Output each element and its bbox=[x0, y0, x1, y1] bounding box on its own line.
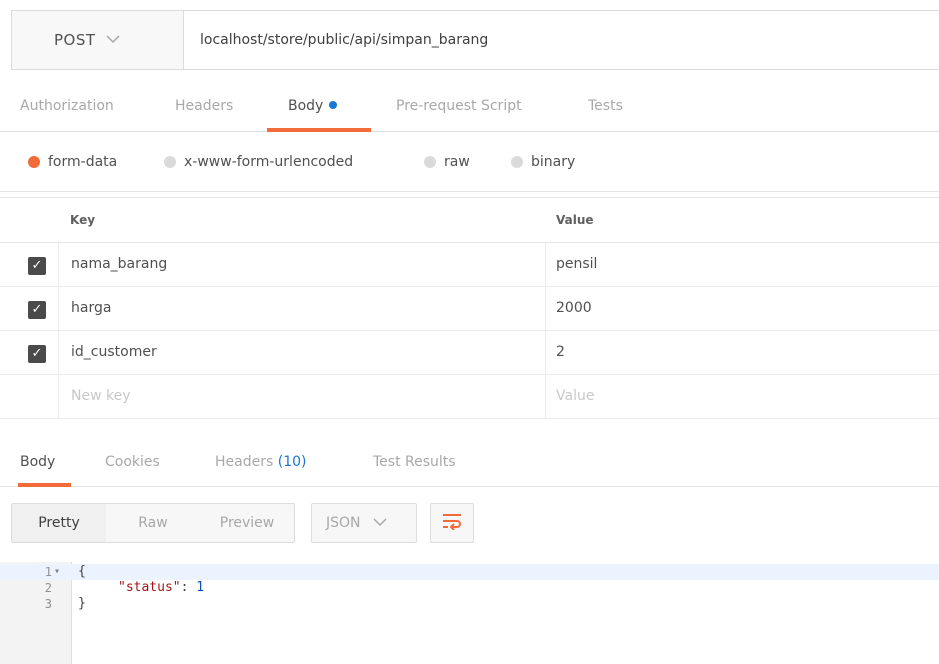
code-line: 1 ▾ { bbox=[0, 564, 939, 580]
wrap-lines-icon bbox=[441, 512, 463, 534]
row-checkbox[interactable]: ✓ bbox=[28, 257, 46, 275]
key-cell[interactable]: nama_barang bbox=[58, 243, 546, 286]
url-input[interactable]: localhost/store/public/api/simpan_barang bbox=[184, 11, 939, 69]
row-checkbox[interactable]: ✓ bbox=[28, 345, 46, 363]
tab-tests[interactable]: Tests bbox=[588, 84, 623, 131]
radio-x-www-form-urlencoded[interactable]: x-www-form-urlencoded bbox=[164, 152, 353, 172]
tab-headers[interactable]: Headers bbox=[175, 84, 233, 131]
radio-selected-icon bbox=[28, 156, 40, 168]
view-mode-group: Pretty Raw Preview bbox=[11, 503, 295, 543]
code-line: 3 } bbox=[44, 596, 86, 611]
response-tabs: Body Cookies Headers (10) Test Results bbox=[0, 440, 939, 487]
modified-dot-icon bbox=[329, 101, 338, 109]
new-row: New key Value bbox=[0, 375, 939, 419]
table-row: ✓ nama_barang pensil bbox=[0, 243, 939, 287]
chevron-down-icon bbox=[372, 516, 387, 530]
tab-body[interactable]: Body bbox=[267, 84, 371, 132]
request-tabs: Authorization Headers Body Pre-request S… bbox=[0, 84, 939, 132]
response-code-view[interactable]: 1 ▾ { 2 "status": 1 3 } bbox=[0, 562, 939, 664]
column-value: Value bbox=[556, 213, 594, 227]
radio-binary[interactable]: binary bbox=[511, 152, 575, 172]
table-row: ✓ id_customer 2 bbox=[0, 331, 939, 375]
radio-form-data[interactable]: form-data bbox=[28, 152, 117, 172]
radio-icon bbox=[424, 156, 436, 168]
params-table: Key Value ✓ nama_barang pensil ✓ harga 2… bbox=[0, 197, 939, 419]
code-line: 2 "status": 1 bbox=[44, 580, 205, 595]
key-cell[interactable]: id_customer bbox=[58, 331, 546, 374]
radio-raw[interactable]: raw bbox=[424, 152, 470, 172]
tab-cookies[interactable]: Cookies bbox=[105, 440, 160, 486]
column-key: Key bbox=[70, 213, 96, 227]
radio-icon bbox=[164, 156, 176, 168]
wrap-lines-button[interactable] bbox=[430, 503, 474, 543]
table-header: Key Value bbox=[0, 197, 939, 243]
tab-response-headers[interactable]: Headers (10) bbox=[215, 440, 306, 486]
value-cell[interactable]: 2 bbox=[556, 344, 565, 360]
new-key-input[interactable]: New key bbox=[58, 375, 546, 418]
url-text: localhost/store/public/api/simpan_barang bbox=[200, 32, 489, 48]
new-value-input[interactable]: Value bbox=[556, 388, 594, 404]
request-bar: POST localhost/store/public/api/simpan_b… bbox=[11, 10, 939, 70]
method-select[interactable]: POST bbox=[12, 11, 184, 69]
value-cell[interactable]: 2000 bbox=[556, 300, 592, 316]
tab-authorization[interactable]: Authorization bbox=[20, 84, 114, 131]
body-type-options: form-data x-www-form-urlencoded raw bina… bbox=[0, 132, 939, 192]
tab-pre-request-script[interactable]: Pre-request Script bbox=[396, 84, 522, 131]
fold-arrow-icon[interactable]: ▾ bbox=[54, 564, 60, 580]
key-cell[interactable]: harga bbox=[58, 287, 546, 330]
pretty-button[interactable]: Pretty bbox=[12, 504, 106, 542]
value-cell[interactable]: pensil bbox=[556, 256, 597, 272]
chevron-down-icon bbox=[106, 33, 120, 47]
format-select[interactable]: JSON bbox=[311, 503, 417, 543]
radio-icon bbox=[511, 156, 523, 168]
table-row: ✓ harga 2000 bbox=[0, 287, 939, 331]
tab-test-results[interactable]: Test Results bbox=[373, 440, 456, 486]
method-label: POST bbox=[54, 31, 96, 49]
row-checkbox[interactable]: ✓ bbox=[28, 301, 46, 319]
headers-count: (10) bbox=[277, 454, 307, 470]
preview-button[interactable]: Preview bbox=[200, 504, 294, 542]
tab-response-body[interactable]: Body bbox=[17, 440, 72, 487]
raw-button[interactable]: Raw bbox=[106, 504, 200, 542]
